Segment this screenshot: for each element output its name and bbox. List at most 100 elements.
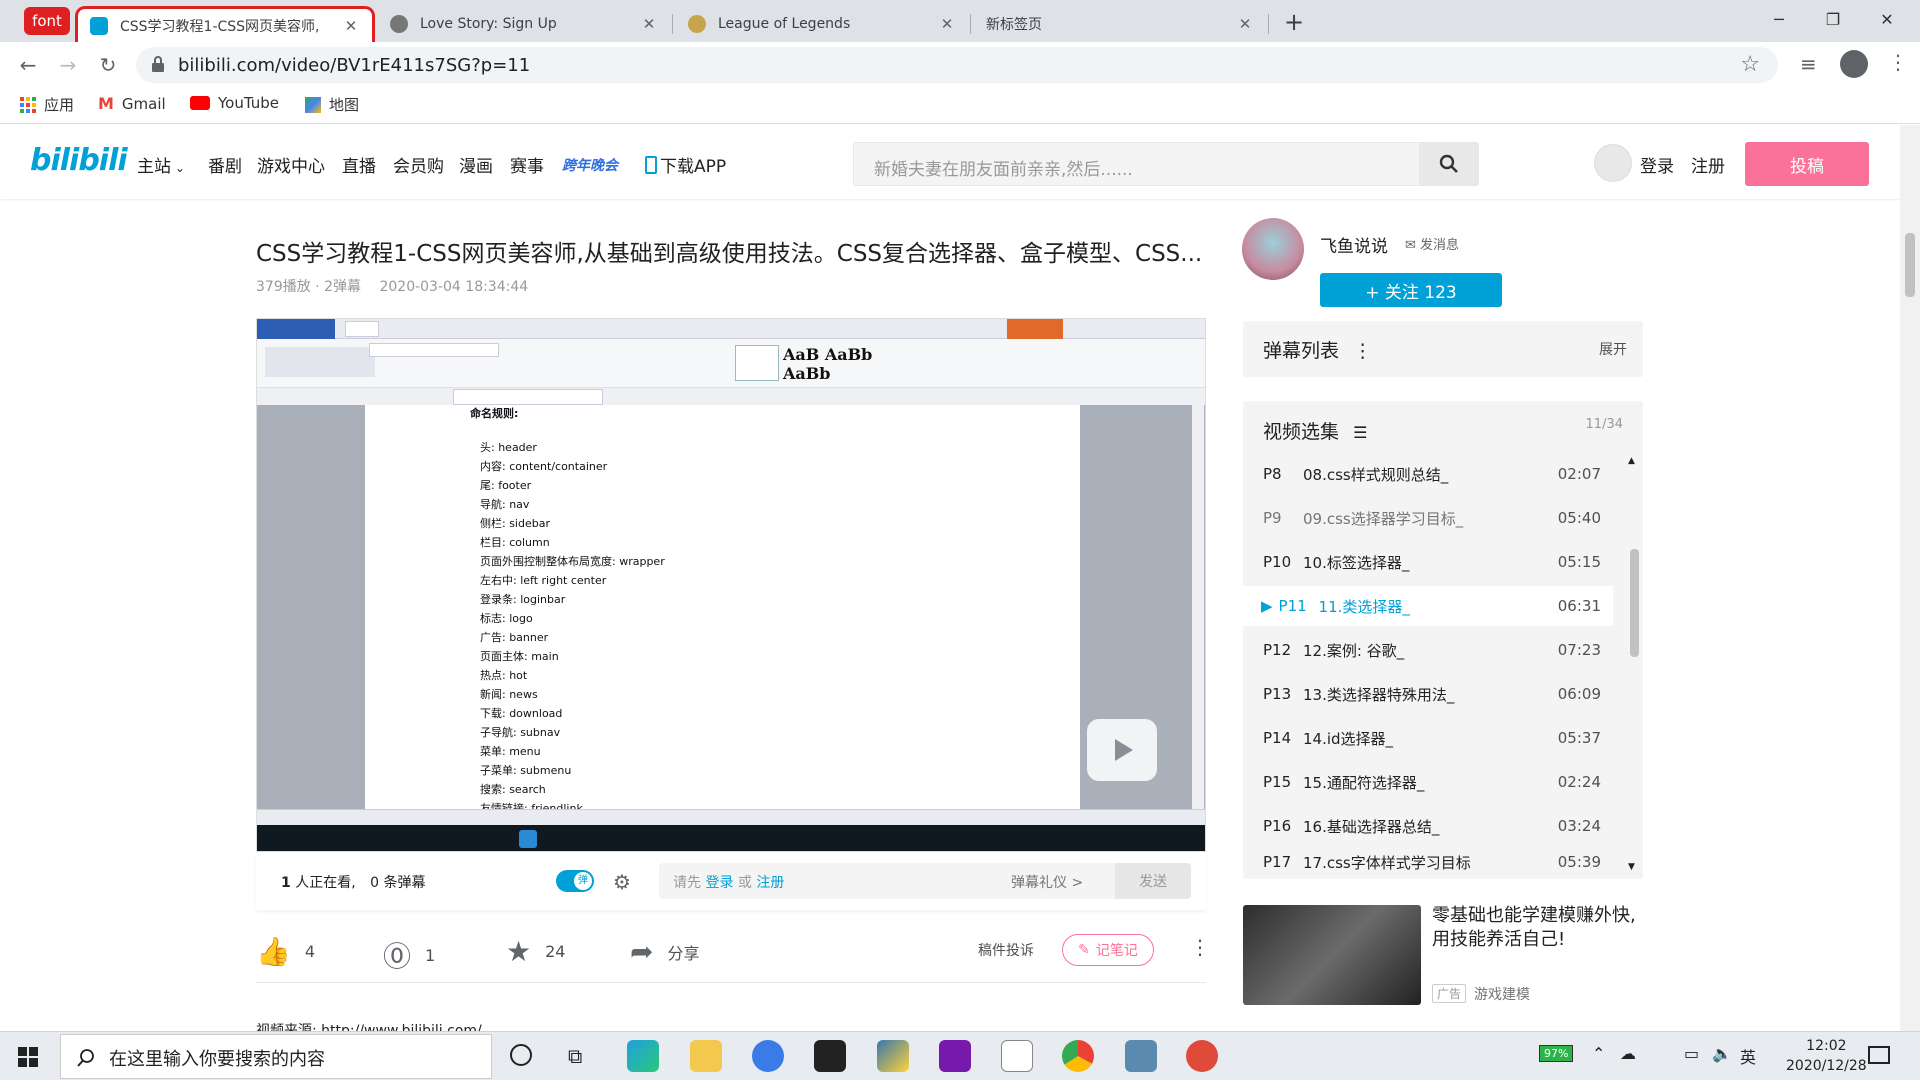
- address-bar[interactable]: bilibili.com/video/BV1rE411s7SG?p=11 ☆: [136, 47, 1778, 83]
- forward-icon[interactable]: →: [54, 51, 82, 79]
- bookmark-gmail[interactable]: M Gmail: [98, 94, 166, 113]
- tab-league[interactable]: League of Legends ✕: [676, 6, 968, 42]
- bookmark-maps[interactable]: 地图: [305, 94, 359, 115]
- note-button[interactable]: ✎ 记笔记: [1062, 934, 1154, 966]
- episode-scroll-thumb[interactable]: [1630, 549, 1639, 657]
- nav-bangumi[interactable]: 番剧: [208, 152, 242, 177]
- coin-button[interactable]: ⓪1: [383, 935, 435, 975]
- cortana-icon[interactable]: [510, 1044, 532, 1066]
- bookmark-apps[interactable]: 应用: [20, 94, 74, 115]
- file-explorer-icon[interactable]: [690, 1040, 722, 1072]
- danmaku-settings-icon[interactable]: ⚙: [613, 870, 631, 894]
- task-view-icon[interactable]: ⧉: [568, 1044, 582, 1068]
- share-button[interactable]: ➦ 分享: [630, 935, 699, 968]
- wps-app-icon[interactable]: [1125, 1040, 1157, 1072]
- episode-item[interactable]: P16 16.基础选择器总结_ 03:24: [1243, 806, 1613, 846]
- nav-events[interactable]: 赛事: [510, 152, 544, 177]
- episode-item-current[interactable]: ▶ P11 11.类选择器_ 06:31: [1243, 586, 1613, 626]
- windows-start-icon[interactable]: [18, 1047, 38, 1067]
- network-icon[interactable]: ▭: [1684, 1044, 1699, 1063]
- close-tab-icon[interactable]: ✕: [1236, 15, 1254, 33]
- expand-button[interactable]: 展开: [1599, 339, 1627, 359]
- episode-item[interactable]: P13 13.类选择器特殊用法_ 06:09: [1243, 674, 1613, 714]
- app-l-icon[interactable]: [752, 1040, 784, 1072]
- nav-shop[interactable]: 会员购: [393, 152, 444, 177]
- ad-image[interactable]: [1243, 905, 1421, 1005]
- uploader-name[interactable]: 飞鱼说说: [1320, 232, 1388, 257]
- python-icon[interactable]: [877, 1040, 909, 1072]
- battery-indicator[interactable]: 97%: [1539, 1045, 1574, 1062]
- close-tab-icon[interactable]: ✕: [938, 15, 956, 33]
- more-options-icon[interactable]: ⋮: [1190, 935, 1210, 959]
- page-scroll-thumb[interactable]: [1905, 233, 1915, 297]
- reload-icon[interactable]: ↻: [94, 51, 122, 79]
- video-player[interactable]: AaB AaBb AaBb 命名规则: 头: header 内容: conten…: [256, 318, 1206, 852]
- tab-love-story[interactable]: Love Story: Sign Up ✕: [378, 6, 670, 42]
- danmaku-etiquette-link[interactable]: 弹幕礼仪 >: [1011, 872, 1083, 892]
- register-link[interactable]: 注册: [1691, 152, 1725, 177]
- scroll-down-icon[interactable]: ▼: [1628, 862, 1635, 872]
- notifications-icon[interactable]: [1868, 1046, 1890, 1064]
- recorder-icon[interactable]: [1186, 1040, 1218, 1072]
- new-tab-button[interactable]: +: [1284, 8, 1304, 36]
- nav-new-year-gala[interactable]: 跨年晚会: [562, 155, 618, 175]
- ime-indicator[interactable]: 英: [1740, 1044, 1756, 1068]
- episode-item[interactable]: P15 15.通配符选择器_ 02:24: [1243, 762, 1613, 802]
- scroll-up-icon[interactable]: ▲: [1628, 456, 1635, 466]
- back-icon[interactable]: ←: [14, 51, 42, 79]
- bookmark-star-icon[interactable]: ☆: [1740, 52, 1760, 77]
- edge-icon[interactable]: [627, 1040, 659, 1072]
- follow-button[interactable]: + 关注 123: [1320, 273, 1502, 307]
- danmaku-input[interactable]: 请先 登录 或 注册 弹幕礼仪 > 发送: [659, 863, 1191, 899]
- close-window-icon[interactable]: ✕: [1864, 6, 1910, 34]
- play-button[interactable]: [1087, 719, 1157, 781]
- close-tab-icon[interactable]: ✕: [640, 15, 658, 33]
- menu-dots-icon[interactable]: ⋮: [1888, 50, 1908, 74]
- tray-chevron-icon[interactable]: ⌃: [1592, 1044, 1605, 1063]
- bookmark-youtube[interactable]: YouTube: [190, 94, 279, 112]
- onedrive-icon[interactable]: ☁: [1620, 1044, 1636, 1063]
- media-control-icon[interactable]: ≡: [1800, 52, 1817, 76]
- guest-avatar-icon[interactable]: [1594, 144, 1632, 182]
- send-danmaku-button[interactable]: 发送: [1115, 863, 1191, 899]
- login-link[interactable]: 登录: [1640, 152, 1674, 177]
- font-badge[interactable]: font: [24, 7, 70, 35]
- episode-item[interactable]: P17 17.css字体样式学习目标 05:39: [1243, 847, 1613, 877]
- episode-item[interactable]: P8 08.css样式规则总结_ 02:07: [1243, 454, 1613, 494]
- episode-item[interactable]: P12 12.案例: 谷歌_ 07:23: [1243, 630, 1613, 670]
- ad-title[interactable]: 零基础也能学建模赚外快,用技能养活自己!: [1432, 904, 1642, 952]
- like-button[interactable]: 👍 4: [256, 935, 315, 968]
- site-search[interactable]: 新婚夫妻在朋友面前亲亲,然后......: [853, 142, 1479, 186]
- windows-search[interactable]: 在这里输入你要搜索的内容: [60, 1034, 492, 1079]
- search-input[interactable]: 新婚夫妻在朋友面前亲亲,然后......: [874, 155, 1133, 180]
- bilibili-logo[interactable]: bilibili: [30, 143, 128, 178]
- onenote-icon[interactable]: [939, 1040, 971, 1072]
- menu-dots-icon[interactable]: ⋮: [1353, 340, 1372, 362]
- uploader-avatar[interactable]: [1242, 218, 1304, 280]
- report-link[interactable]: 稿件投诉: [978, 940, 1034, 960]
- app-g-icon[interactable]: [814, 1040, 846, 1072]
- episode-scrollbar[interactable]: ▲ ▼: [1628, 456, 1640, 876]
- list-icon[interactable]: ☰: [1353, 423, 1367, 442]
- nav-manga[interactable]: 漫画: [459, 152, 493, 177]
- episode-item[interactable]: P10 10.标签选择器_ 05:15: [1243, 542, 1613, 582]
- tab-new-tab[interactable]: 新标签页 ✕: [974, 6, 1266, 42]
- tip-register-link[interactable]: 注册: [756, 875, 784, 891]
- send-message-link[interactable]: ✉ 发消息: [1405, 234, 1459, 253]
- profile-avatar-icon[interactable]: [1840, 50, 1868, 78]
- chrome-icon[interactable]: [1062, 1040, 1094, 1072]
- tab-bilibili[interactable]: CSS学习教程1-CSS网页美容师, ✕: [75, 6, 375, 42]
- windows-search-input[interactable]: 在这里输入你要搜索的内容: [109, 1045, 325, 1071]
- typora-icon[interactable]: [1001, 1040, 1033, 1072]
- restore-icon[interactable]: ❐: [1810, 6, 1856, 34]
- nav-download-app[interactable]: 下载APP: [645, 152, 726, 177]
- nav-game-center[interactable]: 游戏中心: [257, 152, 325, 177]
- favorite-button[interactable]: ★ 24: [506, 935, 565, 968]
- search-button[interactable]: [1419, 143, 1478, 185]
- nav-main[interactable]: 主站 ⌄: [137, 152, 185, 177]
- danmaku-toggle[interactable]: 弹: [556, 870, 594, 892]
- episode-item[interactable]: P9 09.css选择器学习目标_ 05:40: [1243, 498, 1613, 538]
- episode-item[interactable]: P14 14.id选择器_ 05:37: [1243, 718, 1613, 758]
- minimize-icon[interactable]: ─: [1756, 6, 1802, 34]
- close-tab-icon[interactable]: ✕: [342, 17, 360, 35]
